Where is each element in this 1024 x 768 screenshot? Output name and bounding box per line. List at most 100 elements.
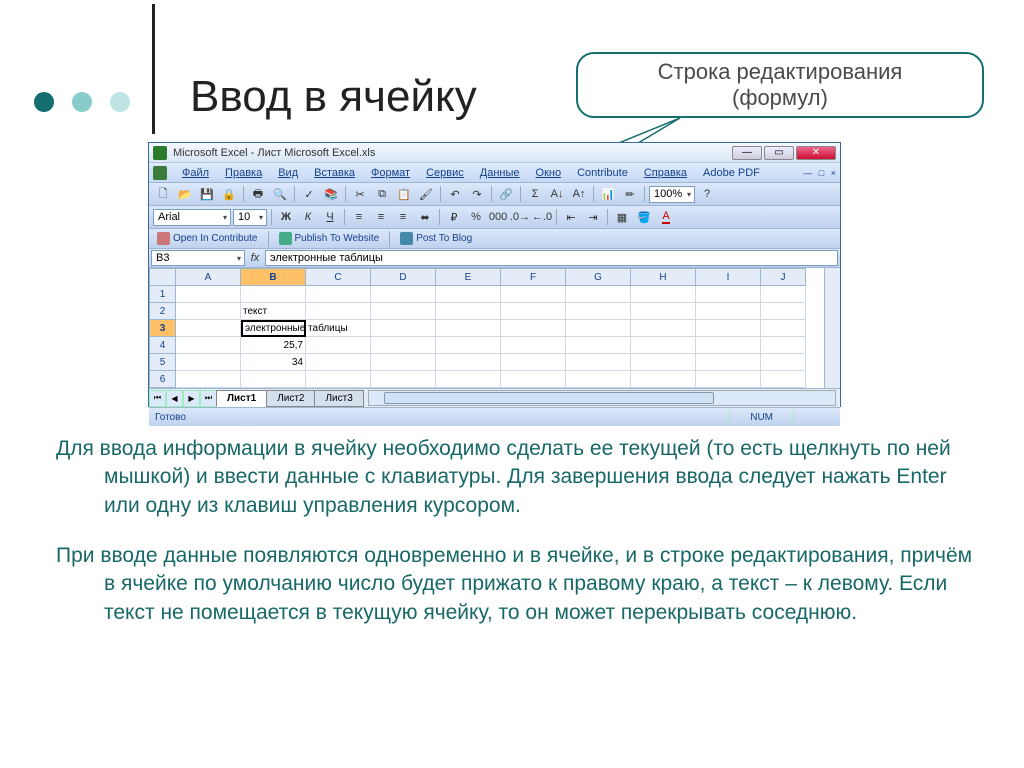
cell[interactable] xyxy=(566,337,631,354)
sheet-tab[interactable]: Лист1 xyxy=(216,390,267,407)
cell[interactable] xyxy=(176,371,241,388)
tab-first-button[interactable]: ⏮ xyxy=(149,390,166,407)
close-button[interactable]: ✕ xyxy=(796,146,836,160)
cell[interactable] xyxy=(371,337,436,354)
cell[interactable] xyxy=(436,337,501,354)
cell[interactable] xyxy=(501,320,566,337)
copy-button[interactable]: ⧉ xyxy=(372,185,392,203)
cell[interactable] xyxy=(631,286,696,303)
cell[interactable] xyxy=(306,354,371,371)
chart-button[interactable]: 📊 xyxy=(598,185,618,203)
menu-tools[interactable]: Сервис xyxy=(419,165,471,181)
cell[interactable] xyxy=(566,286,631,303)
help-button[interactable]: ? xyxy=(697,185,717,203)
cell[interactable] xyxy=(241,286,306,303)
menu-insert[interactable]: Вставка xyxy=(307,165,362,181)
percent-button[interactable]: % xyxy=(466,208,486,226)
column-header[interactable]: C xyxy=(306,268,371,286)
column-header[interactable]: B xyxy=(241,268,306,286)
row-header[interactable]: 1 xyxy=(149,286,176,303)
menu-help[interactable]: Справка xyxy=(637,165,694,181)
cell[interactable] xyxy=(566,371,631,388)
permissions-button[interactable]: 🔒 xyxy=(219,185,239,203)
fill-color-button[interactable]: 🪣 xyxy=(634,208,654,226)
cell[interactable] xyxy=(306,303,371,320)
column-header[interactable]: G xyxy=(566,268,631,286)
row-header[interactable]: 4 xyxy=(149,337,176,354)
cell[interactable] xyxy=(696,371,761,388)
formula-input[interactable]: электронные таблицы xyxy=(265,250,838,266)
cell[interactable] xyxy=(306,371,371,388)
cell[interactable] xyxy=(761,371,806,388)
cell[interactable] xyxy=(436,320,501,337)
cell[interactable] xyxy=(631,337,696,354)
cell[interactable] xyxy=(501,286,566,303)
publish-to-website-button[interactable]: Publish To Website xyxy=(275,231,384,247)
format-painter-button[interactable]: 🖌 xyxy=(416,185,436,203)
column-header[interactable]: E xyxy=(436,268,501,286)
vertical-scrollbar[interactable] xyxy=(824,268,840,388)
decrease-indent-button[interactable]: ⇤ xyxy=(561,208,581,226)
font-size-combo[interactable]: 10 xyxy=(233,209,267,226)
cell[interactable] xyxy=(696,337,761,354)
zoom-combo[interactable]: 100% xyxy=(649,186,695,203)
row-header[interactable]: 3 xyxy=(149,320,176,337)
font-color-button[interactable]: A xyxy=(656,208,676,226)
scrollbar-thumb[interactable] xyxy=(384,392,714,404)
font-name-combo[interactable]: Arial xyxy=(153,209,231,226)
tab-last-button[interactable]: ⏭ xyxy=(200,390,217,407)
tab-prev-button[interactable]: ◀ xyxy=(166,390,183,407)
cell[interactable] xyxy=(371,286,436,303)
cell[interactable] xyxy=(501,371,566,388)
menu-window[interactable]: Окно xyxy=(529,165,569,181)
cell-b5[interactable]: 34 xyxy=(241,354,306,371)
cell[interactable] xyxy=(241,371,306,388)
column-header[interactable]: D xyxy=(371,268,436,286)
sheet-tab[interactable]: Лист3 xyxy=(314,390,363,407)
cell[interactable] xyxy=(761,354,806,371)
menu-edit[interactable]: Правка xyxy=(218,165,269,181)
cell[interactable] xyxy=(371,303,436,320)
borders-button[interactable]: ▦ xyxy=(612,208,632,226)
cell-b2[interactable]: текст xyxy=(241,303,306,320)
increase-indent-button[interactable]: ⇥ xyxy=(583,208,603,226)
menu-file[interactable]: Файл xyxy=(175,165,216,181)
cell[interactable] xyxy=(566,320,631,337)
wb-minimize-button[interactable]: — xyxy=(803,168,812,178)
cell[interactable] xyxy=(761,286,806,303)
menu-view[interactable]: Вид xyxy=(271,165,305,181)
sheet-tab[interactable]: Лист2 xyxy=(266,390,315,407)
research-button[interactable]: 📚 xyxy=(321,185,341,203)
wb-close-button[interactable]: × xyxy=(831,168,836,178)
column-header[interactable]: F xyxy=(501,268,566,286)
cell[interactable] xyxy=(696,303,761,320)
spelling-button[interactable]: ✓ xyxy=(299,185,319,203)
cell[interactable] xyxy=(501,303,566,320)
cell[interactable] xyxy=(176,320,241,337)
paste-button[interactable]: 📋 xyxy=(394,185,414,203)
hyperlink-button[interactable]: 🔗 xyxy=(496,185,516,203)
select-all-corner[interactable] xyxy=(149,268,176,286)
cell[interactable] xyxy=(631,320,696,337)
italic-button[interactable]: К xyxy=(298,208,318,226)
cell[interactable] xyxy=(566,354,631,371)
minimize-button[interactable]: — xyxy=(732,146,762,160)
print-button[interactable]: 🖶 xyxy=(248,185,268,203)
cell[interactable] xyxy=(176,303,241,320)
open-in-contribute-button[interactable]: Open In Contribute xyxy=(153,231,262,247)
cell-b4[interactable]: 25,7 xyxy=(241,337,306,354)
column-header[interactable]: A xyxy=(176,268,241,286)
merge-center-button[interactable]: ⬌ xyxy=(415,208,435,226)
align-left-button[interactable]: ≡ xyxy=(349,208,369,226)
new-button[interactable]: 🗋 xyxy=(153,185,173,203)
cell[interactable] xyxy=(176,354,241,371)
preview-button[interactable]: 🔍 xyxy=(270,185,290,203)
open-button[interactable]: 📂 xyxy=(175,185,195,203)
cell[interactable] xyxy=(306,286,371,303)
cell[interactable] xyxy=(761,320,806,337)
decrease-decimal-button[interactable]: ←.0 xyxy=(532,208,552,226)
increase-decimal-button[interactable]: .0→ xyxy=(510,208,530,226)
post-to-blog-button[interactable]: Post To Blog xyxy=(396,231,476,247)
cell[interactable] xyxy=(436,354,501,371)
cell[interactable] xyxy=(696,286,761,303)
